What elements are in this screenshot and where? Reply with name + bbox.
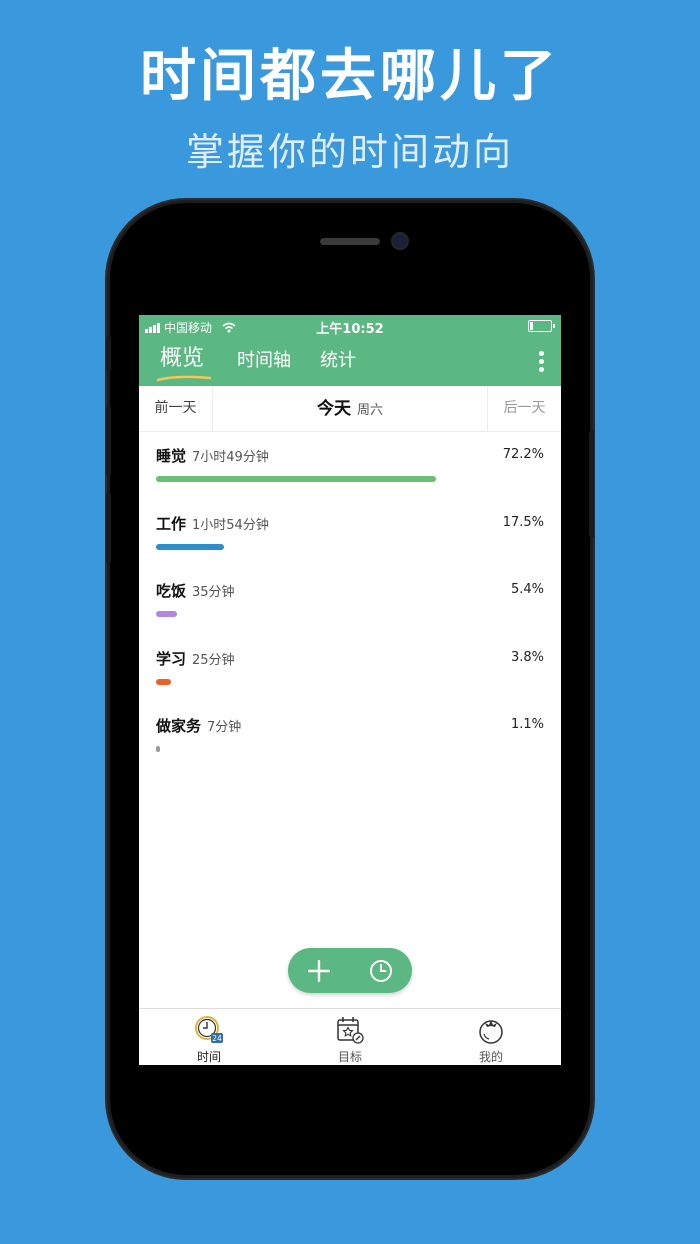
status-bar: 中国移动 上午10:52 — [139, 315, 561, 337]
status-time: 上午10:52 — [316, 322, 384, 337]
bottom-navigation: 24 时间 目标 我的 — [139, 1008, 561, 1065]
activity-bar — [156, 543, 224, 550]
front-camera — [393, 234, 407, 248]
svg-text:24: 24 — [212, 1034, 222, 1043]
app-bar: 概览 时间轴 统计 — [139, 337, 561, 386]
activity-bar — [156, 611, 177, 617]
tab-statistics[interactable]: 统计 — [320, 349, 356, 373]
tab-timeline[interactable]: 时间轴 — [237, 349, 291, 373]
clock-icon — [370, 959, 392, 982]
floating-action-bar — [288, 948, 412, 993]
activity-row-study[interactable]: 学习 25分钟 3.8% — [139, 634, 561, 702]
add-record-button[interactable] — [288, 948, 350, 993]
app-screen: 中国移动 上午10:52 概览 时间轴 统计 前一天 今天 周六 后一天 睡觉 7小… — [139, 315, 561, 1065]
prev-day-button[interactable]: 前一天 — [139, 386, 213, 431]
activity-name: 做家务 — [156, 717, 202, 735]
nav-time[interactable]: 24 时间 — [139, 1009, 279, 1065]
tab-active-underline — [156, 375, 212, 382]
activity-row-housework[interactable]: 做家务 7分钟 1.1% — [139, 701, 561, 769]
power-button — [589, 430, 594, 538]
nav-goals[interactable]: 目标 — [280, 1009, 420, 1065]
activity-name: 学习 — [156, 649, 187, 668]
activity-duration: 1小时54分钟 — [192, 517, 269, 533]
activity-percent: 5.4% — [510, 582, 544, 597]
activity-bar — [156, 476, 436, 482]
activity-percent: 3.8% — [510, 649, 544, 665]
activity-duration: 35分钟 — [192, 585, 235, 600]
activity-bar — [156, 678, 171, 685]
promo-headline: 时间都去哪儿了 — [140, 44, 560, 109]
activity-row-sleep[interactable]: 睡觉 7小时49分钟 72.2% — [139, 431, 561, 499]
more-vertical-icon[interactable] — [539, 351, 545, 372]
activity-name: 工作 — [156, 514, 187, 533]
today-label: 今天 — [316, 399, 351, 419]
volume-up-button — [106, 406, 111, 476]
start-timer-button[interactable] — [350, 948, 412, 993]
activity-bar — [156, 746, 160, 752]
activity-duration: 25分钟 — [192, 652, 235, 668]
promo-subline: 掌握你的时间动向 — [185, 130, 514, 174]
tomato-icon — [479, 1020, 503, 1044]
next-day-button[interactable]: 后一天 — [487, 386, 561, 431]
nav-profile-label: 我的 — [478, 1050, 503, 1064]
weekday-label: 周六 — [356, 403, 383, 418]
activity-duration: 7分钟 — [207, 720, 242, 735]
activity-row-work[interactable]: 工作 1小时54分钟 17.5% — [139, 499, 561, 567]
volume-down-button — [106, 493, 111, 563]
tab-overview[interactable]: 概览 — [160, 347, 204, 371]
activity-name: 睡觉 — [156, 447, 187, 465]
activity-percent: 1.1% — [510, 717, 544, 732]
mute-switch — [106, 336, 111, 372]
activity-name: 吃饭 — [156, 582, 187, 600]
earpiece-speaker — [320, 238, 380, 245]
nav-profile[interactable]: 我的 — [421, 1009, 561, 1065]
clock-24-icon: 24 — [195, 1016, 223, 1043]
plus-icon — [308, 959, 330, 982]
calendar-star-icon — [337, 1017, 364, 1044]
nav-goals-label: 目标 — [337, 1050, 362, 1064]
activity-percent: 17.5% — [502, 514, 544, 530]
activity-list: 睡觉 7小时49分钟 72.2% 工作 1小时54分钟 17.5% 吃饭 35分钟 5… — [139, 431, 561, 769]
battery-icon — [528, 320, 555, 332]
current-day: 今天 周六 — [212, 386, 488, 431]
activity-duration: 7小时49分钟 — [192, 450, 269, 465]
activity-percent: 72.2% — [502, 447, 544, 462]
activity-row-eat[interactable]: 吃饭 35分钟 5.4% — [139, 566, 561, 634]
nav-time-label: 时间 — [196, 1050, 221, 1064]
day-navigator: 前一天 今天 周六 后一天 — [139, 386, 561, 432]
